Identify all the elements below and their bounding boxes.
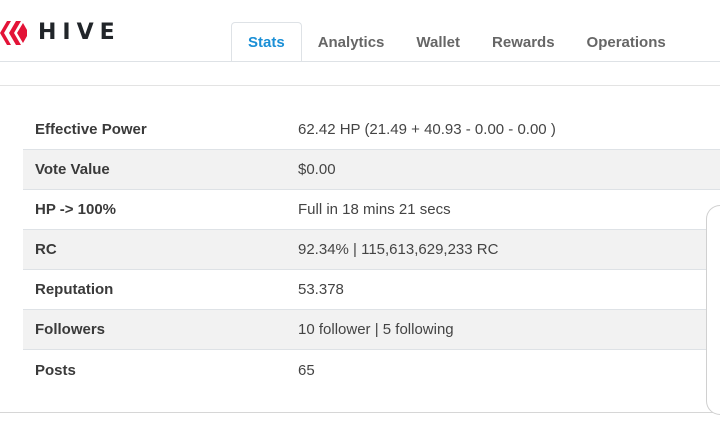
tab-rewards[interactable]: Rewards (476, 22, 571, 62)
stats-value: 10 follower | 5 following (298, 321, 454, 338)
stats-value: 53.378 (298, 281, 344, 298)
stats-label: Reputation (35, 281, 114, 298)
stats-label: Followers (35, 321, 106, 338)
side-panel (706, 205, 720, 415)
stats-value: $0.00 (298, 161, 336, 178)
tab-stats[interactable]: Stats (231, 22, 302, 62)
section-divider (0, 85, 720, 86)
stats-label: Posts (35, 361, 76, 379)
hive-logo[interactable]: HIVE (0, 20, 121, 46)
account-stats-page: HIVE Stats Analytics Wallet Rewards Oper… (0, 0, 720, 429)
stats-row-reputation: Reputation 53.378 (23, 270, 720, 310)
stats-label: HP -> 100% (35, 201, 117, 218)
stats-row-posts: Posts 65 (23, 350, 720, 390)
stats-label: RC (35, 241, 57, 258)
tab-operations[interactable]: Operations (571, 22, 682, 62)
stats-value: 62.42 HP (21.49 + 40.93 - 0.00 - 0.00 ) (298, 121, 556, 138)
stats-label: Vote Value (35, 161, 110, 178)
stats-value: Full in 18 mins 21 secs (298, 201, 451, 218)
stats-label: Effective Power (35, 121, 147, 138)
stats-table: Effective Power 62.42 HP (21.49 + 40.93 … (23, 110, 720, 390)
stats-row-followers: Followers 10 follower | 5 following (23, 310, 720, 350)
stats-value: 65 (298, 361, 315, 379)
hive-logo-icon (0, 20, 28, 46)
account-tabs: Stats Analytics Wallet Rewards Operation… (231, 22, 682, 62)
tab-wallet[interactable]: Wallet (400, 22, 476, 62)
tab-analytics[interactable]: Analytics (302, 22, 401, 62)
tab-divider (0, 61, 720, 62)
brand-name: HIVE (38, 20, 121, 45)
stats-row-vote-value: Vote Value $0.00 (23, 150, 720, 190)
content-bottom-border (0, 412, 720, 413)
stats-row-hp-recharge: HP -> 100% Full in 18 mins 21 secs (23, 190, 720, 230)
stats-row-effective-power: Effective Power 62.42 HP (21.49 + 40.93 … (23, 110, 720, 150)
stats-row-rc: RC 92.34% | 115,613,629,233 RC (23, 230, 720, 270)
stats-value: 92.34% | 115,613,629,233 RC (298, 241, 499, 258)
